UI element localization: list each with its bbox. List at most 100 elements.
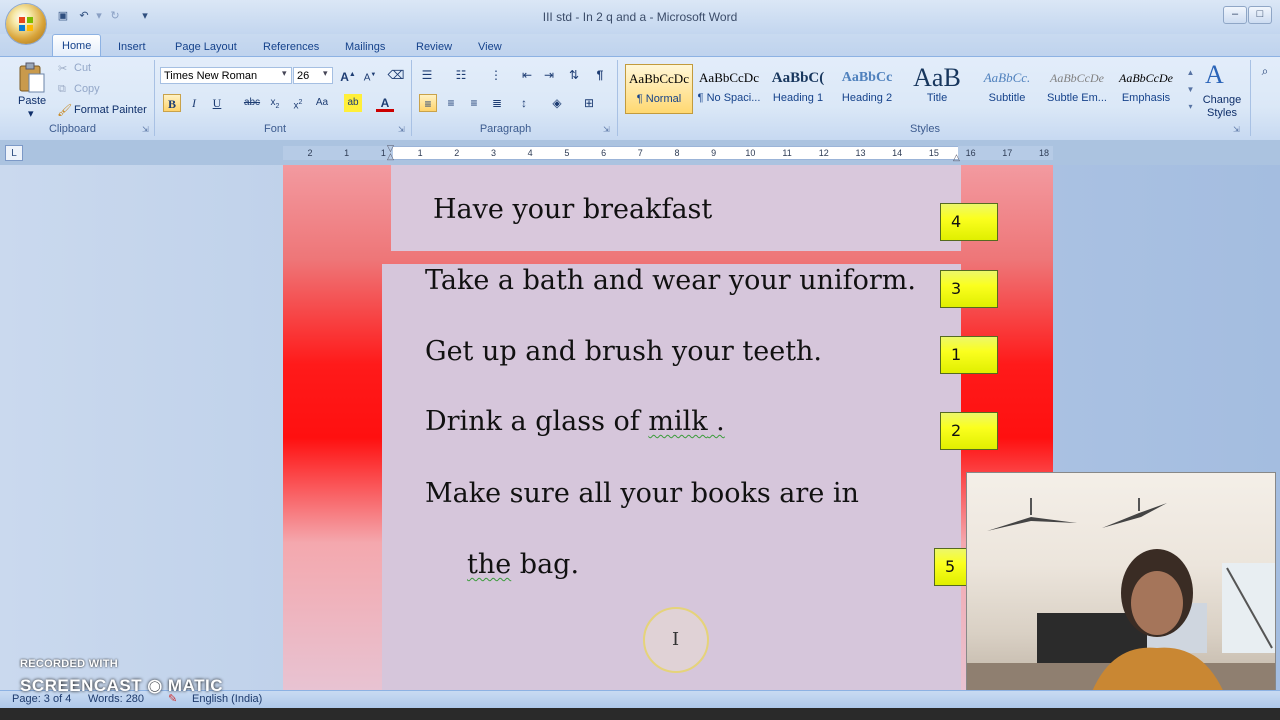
sentence-brush[interactable]: Get up and brush your teeth. [425, 336, 822, 367]
bold-icon[interactable]: B [163, 94, 181, 112]
watermark-logo: SCREENCAST ◉ MATIC [20, 676, 223, 695]
office-logo-icon [19, 17, 33, 31]
sort-icon[interactable]: ⇅ [565, 66, 583, 84]
style-preview: AaBbCc [841, 70, 893, 85]
ruler-tick-label: 1 [417, 148, 423, 158]
styles-launcher-icon[interactable]: ⇲ [1233, 125, 1242, 134]
misspelled-word[interactable]: the [467, 549, 511, 580]
maximize-button[interactable]: □ [1248, 6, 1272, 24]
clipboard-group-label: Clipboard [48, 123, 97, 135]
multilevel-list-icon[interactable]: ⋮ [487, 66, 505, 84]
style-preview: AaBbC( [771, 70, 825, 86]
tab-home[interactable]: Home [52, 34, 102, 57]
paste-icon[interactable] [17, 62, 47, 94]
number-box[interactable]: 2 [940, 412, 998, 450]
indent-marker-icon[interactable]: ▽ △ [387, 144, 394, 161]
paragraph-launcher-icon[interactable]: ⇲ [603, 125, 612, 134]
shading-icon[interactable]: ◈ [548, 94, 566, 112]
find-icon[interactable]: ⌕ [1256, 62, 1274, 80]
format-painter-icon: 🖌 [57, 103, 73, 117]
bullets-icon[interactable]: ☰ [418, 66, 436, 84]
paste-button[interactable]: Paste [18, 95, 46, 107]
number-box[interactable]: 4 [940, 203, 998, 241]
align-center-icon[interactable]: ≡ [442, 94, 460, 112]
change-styles-icon[interactable]: A [1205, 60, 1224, 90]
sentence-books[interactable]: Make sure all your books are in [425, 478, 859, 509]
style-emphasis[interactable]: AaBbCcDe Emphasis [1112, 64, 1180, 114]
number-box[interactable]: 5 [934, 548, 968, 586]
grow-font-icon[interactable]: A▲ [339, 66, 357, 84]
subscript-icon[interactable]: x2 [266, 94, 284, 112]
ruler-tick-label: 16 [965, 148, 976, 158]
underline-icon[interactable]: U [208, 94, 226, 112]
style-no-spacing[interactable]: AaBbCcDc ¶ No Spaci... [695, 64, 763, 114]
superscript-icon[interactable]: x2 [289, 94, 307, 112]
justify-icon[interactable]: ≣ [488, 94, 506, 112]
line-spacing-icon[interactable]: ↕ [515, 94, 533, 112]
style-preview: AaB [913, 64, 961, 92]
tab-references[interactable]: References [254, 37, 328, 57]
style-heading-2[interactable]: AaBbCc Heading 2 [833, 64, 901, 114]
ruler-tick-label: 7 [637, 148, 643, 158]
style-preview: AaBbCcDe [1119, 71, 1173, 85]
shrink-font-icon[interactable]: A▼ [361, 66, 379, 84]
tab-review[interactable]: Review [407, 37, 461, 57]
ruler-tick-label: 3 [490, 148, 496, 158]
styles-scroll-icon[interactable]: ▲ ▼ ▾ [1185, 64, 1196, 116]
watermark-line1: RECORDED WITH [20, 658, 119, 670]
font-size-dropdown-icon[interactable]: ▾ [323, 68, 328, 79]
sentence-bath[interactable]: Take a bath and wear your uniform. [425, 265, 916, 296]
ruler-tick-label: 11 [782, 148, 792, 158]
minimize-button[interactable]: – [1223, 6, 1247, 24]
align-right-icon[interactable]: ≡ [465, 94, 483, 112]
tab-selector-button[interactable]: L [5, 145, 23, 161]
increase-indent-icon[interactable]: ⇥ [540, 66, 558, 84]
window-title: III std - In 2 q and a - Microsoft Word [542, 10, 738, 24]
style-subtle-emphasis[interactable]: AaBbCcDe Subtle Em... [1043, 64, 1111, 114]
style-preview: AaBbCcDc [699, 70, 759, 85]
group-separator [411, 60, 412, 136]
right-indent-marker-icon[interactable]: △ [953, 152, 960, 163]
format-painter-button[interactable]: Format Painter [74, 104, 147, 116]
ruler-tick-label: 4 [527, 148, 533, 158]
office-button[interactable] [6, 4, 46, 44]
cut-button[interactable]: Cut [74, 62, 91, 74]
style-subtitle[interactable]: AaBbCc. Subtitle [973, 64, 1041, 114]
group-separator [154, 60, 155, 136]
misspelled-word[interactable]: milk [648, 406, 707, 437]
show-formatting-icon[interactable]: ¶ [591, 66, 609, 84]
font-name-dropdown-icon[interactable]: ▾ [282, 68, 287, 79]
clear-formatting-icon[interactable]: ⌫ [387, 66, 405, 84]
tab-view[interactable]: View [469, 37, 511, 57]
ruler-tick-label: 8 [674, 148, 680, 158]
style-preview: AaBbCcDc [629, 71, 689, 86]
style-title[interactable]: AaB Title [903, 64, 971, 114]
font-name-field[interactable]: Times New Roman [160, 67, 292, 84]
change-styles-button[interactable]: Change Styles [1200, 94, 1244, 120]
tab-page-layout[interactable]: Page Layout [166, 37, 246, 57]
sentence-breakfast[interactable]: Have your breakfast [433, 194, 712, 225]
style-name: Subtle Em... [1047, 92, 1107, 104]
font-color-icon[interactable]: A [376, 94, 394, 112]
ruler-tick-label: 2 [307, 148, 313, 158]
font-launcher-icon[interactable]: ⇲ [398, 125, 407, 134]
sentence-bag[interactable]: the bag. [467, 549, 579, 580]
align-left-icon[interactable]: ≡ [419, 94, 437, 112]
copy-button[interactable]: Copy [74, 83, 100, 95]
paste-dropdown-icon[interactable]: ▾ [28, 107, 34, 120]
number-box[interactable]: 1 [940, 336, 998, 374]
number-box[interactable]: 3 [940, 270, 998, 308]
borders-icon[interactable]: ⊞ [580, 94, 598, 112]
numbering-icon[interactable]: ☷ [452, 66, 470, 84]
italic-icon[interactable]: I [185, 94, 203, 112]
tab-mailings[interactable]: Mailings [336, 37, 394, 57]
highlight-icon[interactable]: ab [344, 94, 362, 112]
strikethrough-icon[interactable]: abc [243, 94, 261, 112]
decrease-indent-icon[interactable]: ⇤ [518, 66, 536, 84]
sentence-milk[interactable]: Drink a glass of milk . [425, 406, 725, 437]
tab-insert[interactable]: Insert [109, 37, 155, 57]
clipboard-launcher-icon[interactable]: ⇲ [142, 125, 151, 134]
style-heading-1[interactable]: AaBbC( Heading 1 [764, 64, 832, 114]
style-normal[interactable]: AaBbCcDc ¶ Normal [625, 64, 693, 114]
change-case-icon[interactable]: Aa [313, 94, 331, 112]
